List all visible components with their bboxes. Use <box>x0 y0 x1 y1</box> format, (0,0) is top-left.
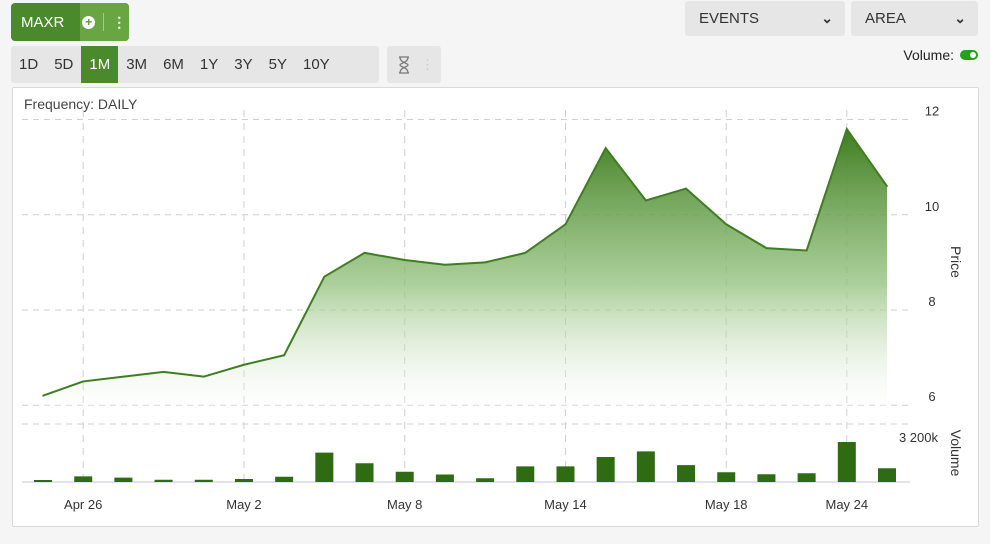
y-tick-label: 10 <box>925 199 939 214</box>
price-point[interactable] <box>725 223 728 226</box>
price-point[interactable] <box>363 252 366 254</box>
y-tick-label: 12 <box>925 104 939 119</box>
volume-bar[interactable] <box>435 474 454 483</box>
price-point[interactable] <box>846 128 848 130</box>
volume-bar[interactable] <box>636 451 655 482</box>
price-point[interactable] <box>484 261 486 264</box>
volume-bar[interactable] <box>194 479 213 482</box>
volume-bar[interactable] <box>275 476 294 482</box>
price-point[interactable] <box>122 375 125 378</box>
price-point[interactable] <box>604 147 607 149</box>
x-tick-label: May 8 <box>387 497 422 512</box>
volume-bar[interactable] <box>476 478 495 482</box>
volume-bar[interactable] <box>556 466 575 482</box>
volume-bar[interactable] <box>797 473 816 482</box>
price-point[interactable] <box>524 252 527 254</box>
price-point[interactable] <box>162 371 165 373</box>
volume-bar[interactable] <box>516 466 535 482</box>
price-point[interactable] <box>42 394 44 397</box>
volume-bar[interactable] <box>315 452 334 482</box>
price-point[interactable] <box>645 199 647 202</box>
x-tick-label: May 24 <box>825 497 868 512</box>
volume-bar[interactable] <box>596 457 615 482</box>
x-tick-label: May 14 <box>544 497 587 512</box>
x-tick-label: May 2 <box>226 497 261 512</box>
x-tick-label: May 18 <box>705 497 748 512</box>
price-point[interactable] <box>202 375 205 378</box>
price-point[interactable] <box>323 275 326 278</box>
volume-tick-label: 3 200k <box>899 430 939 445</box>
y-tick-label: 6 <box>928 389 935 404</box>
price-point[interactable] <box>765 247 768 249</box>
volume-bar[interactable] <box>355 463 374 482</box>
price-point[interactable] <box>82 380 84 383</box>
price-point[interactable] <box>685 187 687 190</box>
price-point[interactable] <box>805 249 808 252</box>
volume-bar[interactable] <box>114 477 133 482</box>
price-point[interactable] <box>403 259 406 261</box>
volume-bar[interactable] <box>878 468 896 482</box>
volume-bar[interactable] <box>234 479 253 482</box>
price-point[interactable] <box>886 185 888 187</box>
volume-axis-title: Volume <box>948 430 964 477</box>
x-tick-label: Apr 26 <box>64 497 102 512</box>
price-point[interactable] <box>283 354 285 357</box>
volume-bar[interactable] <box>395 471 414 482</box>
volume-bar[interactable] <box>677 465 696 482</box>
price-chart[interactable]: 6 8 10 12 Apr 26 May 2 May 8 May 14 May 18 May 2… <box>0 0 990 544</box>
volume-bar[interactable] <box>34 480 52 482</box>
volume-bar[interactable] <box>154 479 173 482</box>
y-tick-label: 8 <box>928 294 935 309</box>
price-area <box>43 129 887 411</box>
volume-bar[interactable] <box>837 442 856 482</box>
volume-bar[interactable] <box>74 476 93 482</box>
price-point[interactable] <box>243 363 245 366</box>
price-point[interactable] <box>564 223 567 226</box>
volume-bar[interactable] <box>757 474 776 482</box>
volume-bar[interactable] <box>717 472 736 482</box>
price-point[interactable] <box>444 263 446 266</box>
y-axis-title: Price <box>948 246 964 278</box>
